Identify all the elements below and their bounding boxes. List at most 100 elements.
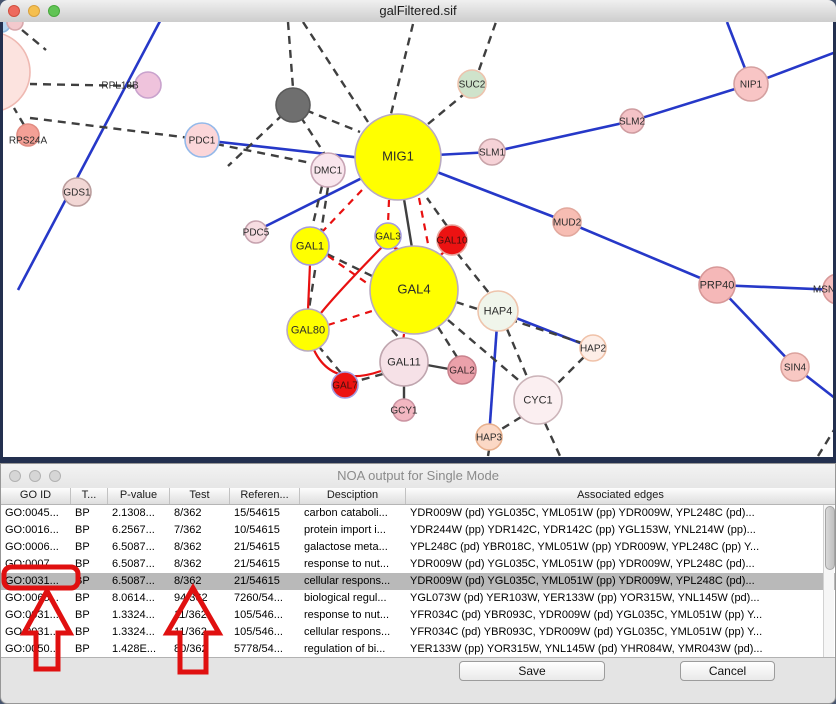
node-label: DMC1 (314, 166, 343, 177)
table-cell: GO:0016... (1, 522, 71, 539)
table-cell: response to nut... (300, 607, 406, 624)
node-label: SIN4 (784, 363, 807, 374)
node-label: GAL2 (449, 366, 475, 377)
table-cell: regulation of bi... (300, 641, 406, 658)
table-cell: 6.5087... (108, 539, 170, 556)
node-label: SUC2 (459, 80, 486, 91)
node-label: NIP1 (740, 80, 763, 91)
table-cell: GO:0045... (1, 505, 71, 522)
network-edge (567, 222, 717, 285)
table-cell: 2.1308... (108, 505, 170, 522)
table-cell: YFR034C (pd) YBR093C, YDR009W (pd) YGL03… (406, 607, 835, 624)
table-cell: 21/54615 (230, 539, 300, 556)
network-edge (818, 430, 833, 456)
table-row[interactable]: GO:0031...BP1.3324...11/362105/546...res… (1, 607, 835, 624)
column-header-test[interactable]: Test (170, 488, 230, 504)
network-edge (545, 423, 560, 456)
column-header-pvalue[interactable]: P-value (108, 488, 170, 504)
node-label: GCY1 (390, 406, 418, 417)
table-header-row: GO IDT...P-valueTestReferen...Desciption… (1, 488, 835, 505)
table-cell: 6.5087... (108, 573, 170, 590)
node-label: GAL3 (375, 232, 401, 243)
node-label: HAP4 (484, 306, 513, 318)
table-cell: cellular respons... (300, 573, 406, 590)
table-cell: 15/54615 (230, 505, 300, 522)
network-edge (479, 22, 496, 70)
column-header-referen[interactable]: Referen... (230, 488, 300, 504)
vertical-scrollbar[interactable] (823, 505, 834, 657)
network-graph: RPL18BRPS24AGDS1PDC1PDC5MIG1SUC2SLM1DMC1… (3, 22, 833, 457)
table-cell: 5778/54... (230, 641, 300, 658)
table-row[interactable]: GO:0007...BP6.5087...8/36221/54615respon… (1, 556, 835, 573)
network-edge (22, 30, 46, 50)
column-header-desciption[interactable]: Desciption (300, 488, 406, 504)
window-title: NOA output for Single Mode (1, 464, 835, 488)
noa-output-window: NOA output for Single Mode GO IDT...P-va… (0, 463, 836, 704)
network-edge (492, 121, 632, 152)
node-label: SLM1 (479, 148, 506, 159)
table-row[interactable]: GO:0016...BP6.2567...7/36210/54615protei… (1, 522, 835, 539)
table-row-selected[interactable]: GO:0031...BP6.5087...8/36221/54615cellul… (1, 573, 835, 590)
table-cell: carbon cataboli... (300, 505, 406, 522)
column-header-t[interactable]: T... (71, 488, 108, 504)
table-cell: GO:0007... (1, 556, 71, 573)
window-title: galFiltered.sif (0, 0, 836, 22)
table-cell: 105/546... (230, 624, 300, 641)
table-cell: YDR009W (pd) YGL035C, YML051W (pp) YDR00… (406, 505, 835, 522)
table-row[interactable]: GO:0031...BP1.3324...11/362105/546...cel… (1, 624, 835, 641)
noa-titlebar[interactable]: NOA output for Single Mode (1, 464, 835, 489)
table-cell: 21/54615 (230, 556, 300, 573)
table-row[interactable]: GO:0006...BP6.5087...8/36221/54615galact… (1, 539, 835, 556)
column-header-associatededges[interactable]: Associated edges (406, 488, 835, 504)
table-cell: 8/362 (170, 556, 230, 573)
network-edge (327, 254, 374, 277)
save-button[interactable]: Save (459, 661, 605, 681)
table-row[interactable]: GO:0065...BP8.0614...94/3627260/54...bio… (1, 590, 835, 607)
table-cell: BP (71, 624, 108, 641)
table-cell: 8.0614... (108, 590, 170, 607)
go-term-table: GO IDT...P-valueTestReferen...Desciption… (1, 488, 835, 658)
table-cell: YER133W (pp) YOR315W, YNL145W (pd) YHR08… (406, 641, 835, 658)
table-cell: 6.2567... (108, 522, 170, 539)
network-node[interactable] (276, 88, 310, 122)
network-node[interactable] (7, 22, 23, 30)
table-cell: 1.428E... (108, 641, 170, 658)
table-cell: 8/362 (170, 539, 230, 556)
node-label: PDC1 (189, 136, 216, 147)
table-cell: GO:0031... (1, 624, 71, 641)
node-label: CYC1 (523, 395, 552, 407)
node-label: RPS24A (9, 136, 48, 147)
network-edge (312, 186, 322, 228)
network-node-rpl18b[interactable] (135, 72, 161, 98)
node-label: RPL18B (101, 81, 139, 92)
node-label: HAP3 (476, 433, 503, 444)
network-titlebar[interactable]: galFiltered.sif (0, 0, 836, 23)
network-edge (288, 22, 293, 88)
network-edge (30, 118, 190, 138)
table-cell: GO:0050... (1, 641, 71, 658)
network-edge (438, 327, 457, 357)
table-cell: 11/362 (170, 607, 230, 624)
network-canvas[interactable]: RPL18BRPS24AGDS1PDC1PDC5MIG1SUC2SLM1DMC1… (0, 22, 836, 463)
table-cell: 94/362 (170, 590, 230, 607)
table-cell: protein import i... (300, 522, 406, 539)
table-row[interactable]: GO:0045...BP2.1308...8/36215/54615carbon… (1, 505, 835, 522)
table-cell: 11/362 (170, 624, 230, 641)
cancel-button[interactable]: Cancel (680, 661, 775, 681)
table-row[interactable]: GO:0050...BP1.428E...80/3625778/54...reg… (1, 641, 835, 658)
node-label: PRP40 (700, 280, 735, 292)
table-cell: 1.3324... (108, 607, 170, 624)
table-cell: BP (71, 641, 108, 658)
network-node[interactable] (3, 32, 30, 112)
node-label: PDC5 (243, 228, 270, 239)
table-cell: GO:0065... (1, 590, 71, 607)
table-cell: YDR244W (pp) YDR142C, YDR142C (pp) YGL15… (406, 522, 835, 539)
network-edge (457, 253, 489, 293)
table-cell: 8/362 (170, 573, 230, 590)
scrollbar-thumb[interactable] (825, 506, 835, 570)
node-label: GDS1 (63, 188, 91, 199)
table-cell: 10/54615 (230, 522, 300, 539)
column-header-goid[interactable]: GO ID (1, 488, 71, 504)
node-label: MUD2 (553, 218, 582, 229)
table-cell: YDR009W (pd) YGL035C, YML051W (pp) YDR00… (406, 556, 835, 573)
